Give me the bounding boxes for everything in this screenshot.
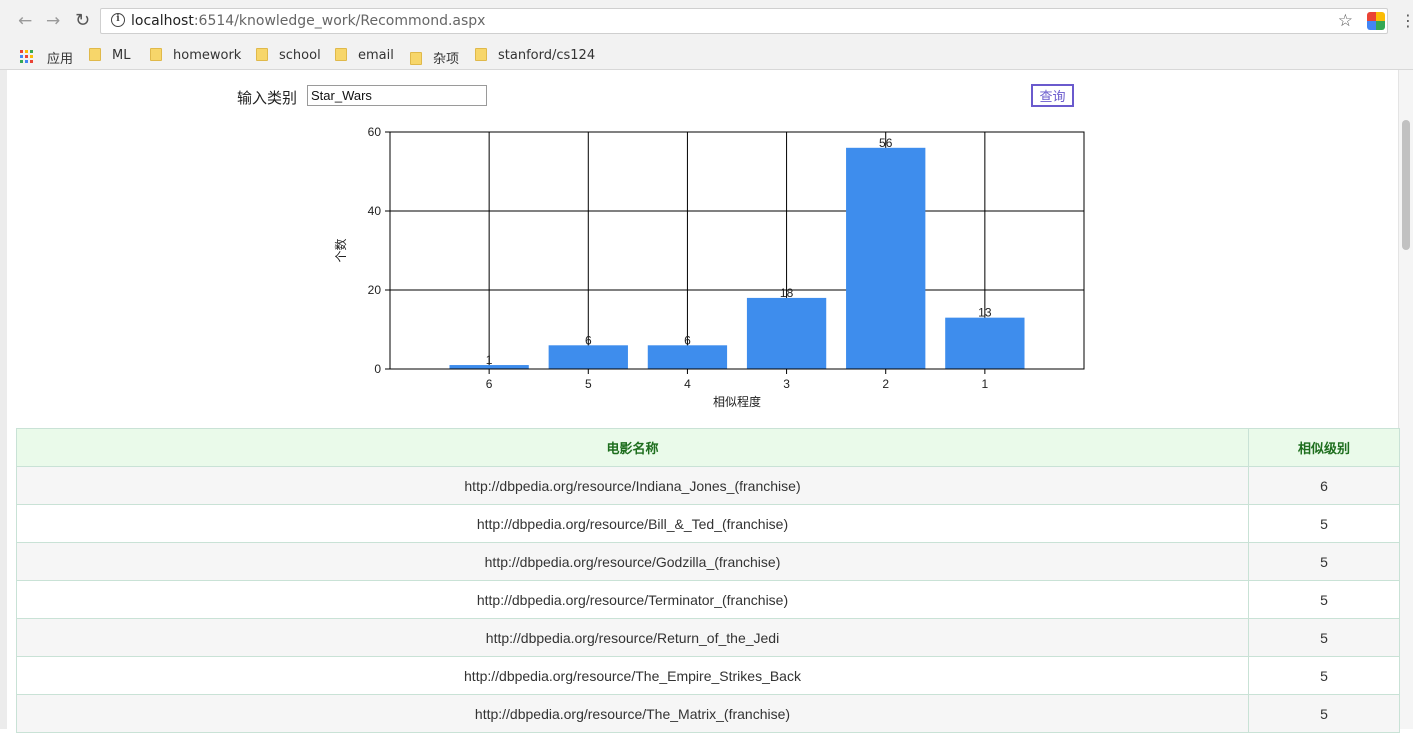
bookmark-email[interactable]: email [335, 48, 394, 63]
bookmark-stanford-cs124[interactable]: stanford/cs124 [475, 48, 595, 63]
chart-bars [449, 147, 1025, 369]
bar [746, 297, 827, 369]
scrollbar-thumb[interactable] [1402, 120, 1410, 250]
table-row: http://dbpedia.org/resource/The_Matrix_(… [16, 694, 1400, 733]
x-tick-label: 4 [684, 377, 691, 391]
query-button[interactable]: 查询 [1031, 84, 1074, 107]
address-bar[interactable]: i localhost:6514/knowledge_work/Recommon… [100, 8, 1388, 34]
url-host: localhost [131, 13, 194, 29]
x-axis: 6 5 4 3 2 1 [486, 369, 989, 391]
folder-icon [150, 48, 162, 61]
table-row: http://dbpedia.org/resource/Return_of_th… [16, 618, 1400, 657]
x-tick-label: 1 [982, 377, 989, 391]
extension-icon[interactable] [1367, 12, 1385, 30]
movie-name-cell: http://dbpedia.org/resource/Indiana_Jone… [16, 466, 1249, 505]
bookmark-star-icon[interactable]: ☆ [1338, 11, 1353, 31]
url-path: :6514/knowledge_work/Recommond.aspx [193, 13, 486, 29]
movie-name-cell: http://dbpedia.org/resource/The_Empire_S… [16, 656, 1249, 695]
bar-data-label: 6 [585, 333, 592, 347]
x-tick-label: 6 [486, 377, 493, 391]
table-row: http://dbpedia.org/resource/Bill_&_Ted_(… [16, 504, 1400, 543]
bar-data-label: 1 [486, 353, 493, 367]
query-label: 输入类别 [237, 89, 298, 107]
browser-menu-icon[interactable]: ⋮ [1400, 11, 1413, 30]
folder-icon [410, 52, 422, 65]
x-tick-label: 3 [783, 377, 790, 391]
y-axis-title: 个数 [333, 238, 348, 262]
bookmark-homework[interactable]: homework [150, 48, 241, 63]
table-row: http://dbpedia.org/resource/Indiana_Jone… [16, 466, 1400, 505]
similarity-bar-chart: 0 20 40 60 6 5 4 3 2 1 1 6 6 18 56 13 相似程度 个数 [333, 125, 1085, 409]
forward-arrow-icon[interactable]: → [46, 11, 60, 31]
bar [945, 317, 1025, 369]
column-header-movie-name: 电影名称 [16, 428, 1249, 467]
bar [846, 147, 926, 369]
x-tick-label: 5 [585, 377, 592, 391]
bookmark-apps[interactable]: 应用 [47, 48, 73, 67]
apps-grid-icon[interactable] [20, 50, 33, 63]
similarity-level-cell: 6 [1248, 466, 1400, 505]
movie-name-cell: http://dbpedia.org/resource/Godzilla_(fr… [16, 542, 1249, 581]
similarity-level-cell: 5 [1248, 580, 1400, 619]
results-table: 电影名称 相似级别 http://dbpedia.org/resource/In… [16, 428, 1400, 733]
bookmark-misc[interactable]: 杂项 [410, 48, 459, 67]
bar [647, 345, 728, 369]
y-tick-label: 0 [374, 362, 381, 376]
folder-icon [89, 48, 101, 61]
bar-data-label: 13 [978, 306, 992, 320]
movie-name-cell: http://dbpedia.org/resource/Terminator_(… [16, 580, 1249, 619]
bar-data-label: 56 [879, 136, 893, 150]
y-tick-label: 20 [368, 283, 382, 297]
column-header-similarity-level: 相似级别 [1248, 428, 1400, 467]
bar-data-label: 6 [684, 333, 691, 347]
browser-toolbar: ← → ↻ i localhost:6514/knowledge_work/Re… [0, 0, 1413, 44]
bookmark-school[interactable]: school [256, 48, 321, 63]
similarity-level-cell: 5 [1248, 694, 1400, 733]
table-header-row: 电影名称 相似级别 [16, 428, 1400, 467]
movie-name-cell: http://dbpedia.org/resource/Return_of_th… [16, 618, 1249, 657]
movie-name-cell: http://dbpedia.org/resource/Bill_&_Ted_(… [16, 504, 1249, 543]
reload-icon[interactable]: ↻ [75, 10, 90, 31]
x-tick-label: 2 [882, 377, 889, 391]
bar-data-label: 18 [780, 286, 794, 300]
bookmark-ml[interactable]: ML [89, 48, 130, 63]
y-axis: 0 20 40 60 [368, 125, 390, 376]
table-row: http://dbpedia.org/resource/Godzilla_(fr… [16, 542, 1400, 581]
back-arrow-icon[interactable]: ← [18, 11, 32, 31]
similarity-level-cell: 5 [1248, 618, 1400, 657]
similarity-level-cell: 5 [1248, 504, 1400, 543]
similarity-level-cell: 5 [1248, 542, 1400, 581]
folder-icon [335, 48, 347, 61]
similarity-level-cell: 5 [1248, 656, 1400, 695]
folder-icon [475, 48, 487, 61]
bar [548, 345, 628, 369]
category-input[interactable] [307, 85, 487, 106]
folder-icon [256, 48, 268, 61]
table-row: http://dbpedia.org/resource/Terminator_(… [16, 580, 1400, 619]
site-info-icon[interactable]: i [111, 13, 125, 27]
x-axis-title: 相似程度 [713, 394, 761, 409]
url-text[interactable]: localhost:6514/knowledge_work/Recommond.… [131, 13, 485, 29]
y-tick-label: 60 [368, 125, 382, 139]
page-scrollbar[interactable] [1398, 70, 1413, 729]
page-left-edge [0, 70, 7, 729]
y-tick-label: 40 [368, 204, 382, 218]
movie-name-cell: http://dbpedia.org/resource/The_Matrix_(… [16, 694, 1249, 733]
table-row: http://dbpedia.org/resource/The_Empire_S… [16, 656, 1400, 695]
